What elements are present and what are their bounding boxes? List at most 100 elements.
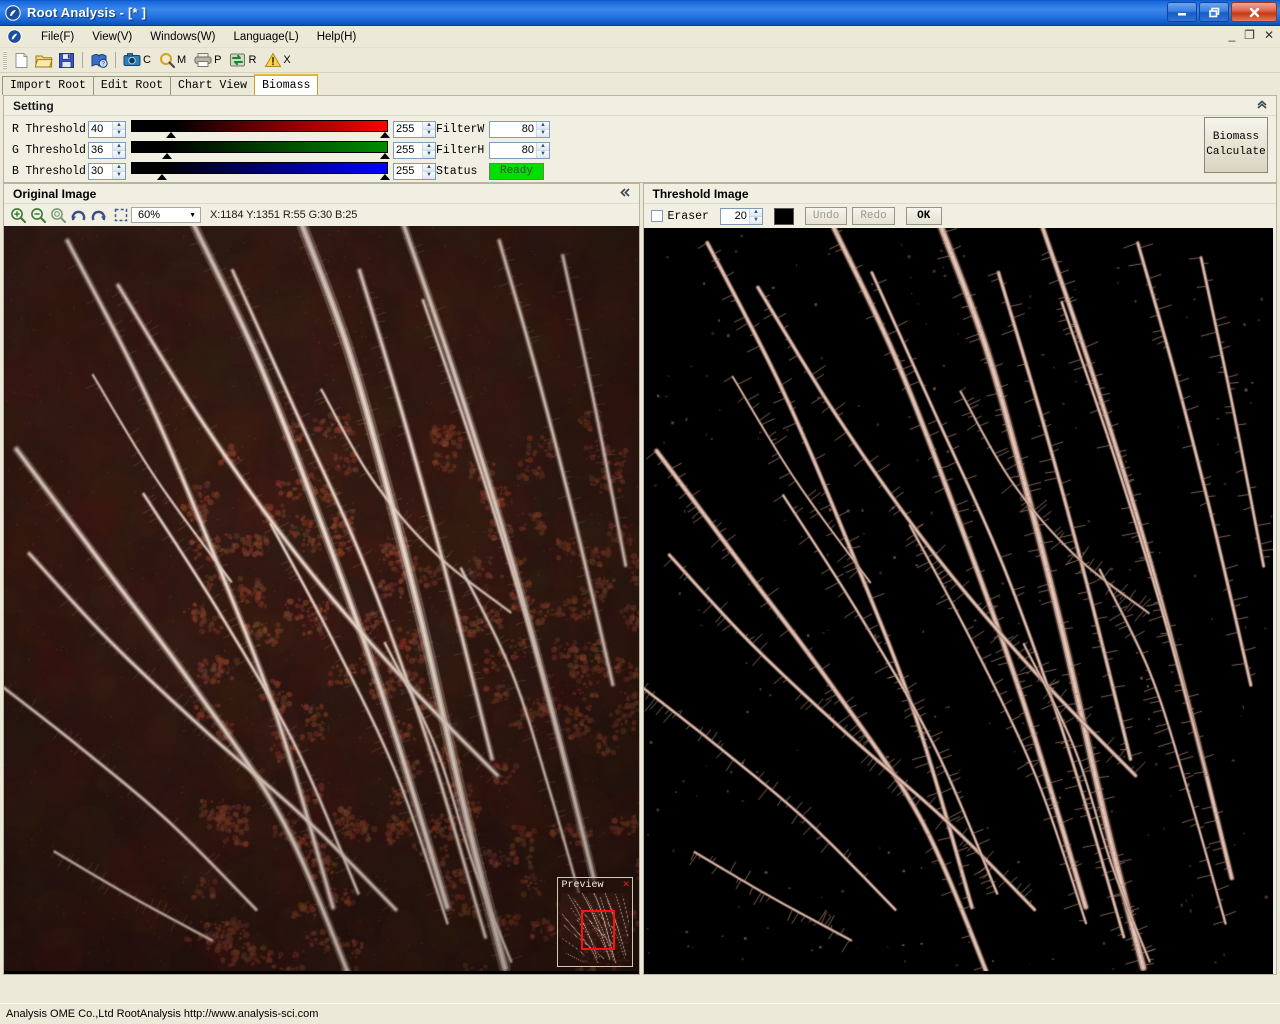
- spinner-buttons[interactable]: ▲▼: [112, 143, 125, 158]
- zoom-level-select[interactable]: 60% ▼: [131, 207, 201, 223]
- threshold-max-spinner-r[interactable]: ▲▼: [393, 121, 436, 138]
- spin-down-icon[interactable]: ▼: [423, 151, 435, 158]
- menu-item-windows[interactable]: Windows(W): [141, 28, 224, 46]
- close-button[interactable]: [1231, 2, 1277, 22]
- spin-up-icon[interactable]: ▲: [113, 143, 125, 151]
- spinner-buttons[interactable]: ▲▼: [749, 209, 762, 224]
- spinner-buttons[interactable]: ▲▼: [422, 143, 435, 158]
- threshold-thumb-max-g[interactable]: [380, 153, 390, 159]
- close-icon[interactable]: ✕: [623, 880, 630, 890]
- threshold-slider-g[interactable]: [131, 140, 388, 160]
- tab-biomass[interactable]: Biomass: [254, 74, 318, 95]
- threshold-vertical-scrollbar[interactable]: [1273, 228, 1276, 974]
- threshold-thumb-max-b[interactable]: [380, 174, 390, 180]
- spinner-buttons[interactable]: ▲▼: [422, 122, 435, 137]
- camera-button[interactable]: C: [121, 49, 156, 71]
- original-image-canvas[interactable]: Preview ✕: [4, 226, 639, 974]
- spin-down-icon[interactable]: ▼: [113, 172, 125, 179]
- threshold-max-input-g[interactable]: [394, 143, 422, 158]
- refresh-button[interactable]: R: [227, 49, 261, 71]
- spinner-buttons[interactable]: ▲▼: [536, 122, 549, 137]
- minimize-button[interactable]: [1167, 2, 1197, 22]
- chevron-up-icon[interactable]: [1256, 99, 1268, 110]
- filter-w-spinner[interactable]: ▲▼: [489, 121, 550, 138]
- preview-thumbnail[interactable]: [561, 893, 629, 963]
- mdi-close-button[interactable]: ✕: [1264, 28, 1274, 42]
- spin-up-icon[interactable]: ▲: [537, 143, 549, 151]
- menu-item-language[interactable]: Language(L): [224, 28, 307, 46]
- threshold-thumb-min-b[interactable]: [157, 174, 167, 180]
- spin-up-icon[interactable]: ▲: [750, 209, 762, 217]
- zoom-fit-icon[interactable]: [50, 207, 67, 224]
- chevron-down-icon[interactable]: ▼: [189, 212, 196, 219]
- preview-viewport-rect[interactable]: [581, 910, 615, 950]
- chevron-left-icon[interactable]: [619, 187, 631, 198]
- spin-down-icon[interactable]: ▼: [113, 151, 125, 158]
- spin-up-icon[interactable]: ▲: [113, 122, 125, 130]
- new-button[interactable]: [11, 49, 32, 71]
- threshold-min-input-r[interactable]: [89, 122, 112, 137]
- threshold-min-input-b[interactable]: [89, 164, 112, 179]
- filter-h-spinner[interactable]: ▲▼: [489, 142, 550, 159]
- spin-down-icon[interactable]: ▼: [423, 172, 435, 179]
- warning-button[interactable]: X: [262, 49, 295, 71]
- rotate-left-icon[interactable]: [70, 207, 87, 224]
- redo-button[interactable]: Redo: [852, 207, 894, 225]
- undo-button[interactable]: Undo: [805, 207, 847, 225]
- spinner-buttons[interactable]: ▲▼: [422, 164, 435, 179]
- threshold-thumb-max-r[interactable]: [380, 132, 390, 138]
- menu-item-help[interactable]: Help(H): [308, 28, 366, 46]
- spin-up-icon[interactable]: ▲: [423, 122, 435, 130]
- spin-down-icon[interactable]: ▼: [537, 130, 549, 137]
- mdi-restore-button[interactable]: ❐: [1244, 28, 1255, 42]
- spin-up-icon[interactable]: ▲: [423, 164, 435, 172]
- biomass-calculate-button[interactable]: Biomass Calculate: [1204, 117, 1268, 173]
- tab-chart-view[interactable]: Chart View: [170, 76, 255, 95]
- spin-up-icon[interactable]: ▲: [537, 122, 549, 130]
- threshold-max-input-r[interactable]: [394, 122, 422, 137]
- print-button[interactable]: P: [192, 49, 226, 71]
- rotate-right-icon[interactable]: [90, 207, 107, 224]
- eraser-size-input[interactable]: [721, 209, 749, 224]
- threshold-image-canvas[interactable]: [644, 228, 1277, 974]
- save-button[interactable]: [56, 49, 77, 71]
- threshold-max-spinner-b[interactable]: ▲▼: [393, 163, 436, 180]
- spinner-buttons[interactable]: ▲▼: [112, 122, 125, 137]
- menu-item-file[interactable]: File(F): [32, 28, 83, 46]
- threshold-slider-r[interactable]: [131, 119, 388, 139]
- threshold-max-spinner-g[interactable]: ▲▼: [393, 142, 436, 159]
- threshold-thumb-min-g[interactable]: [162, 153, 172, 159]
- preview-window[interactable]: Preview ✕: [557, 877, 633, 967]
- spinner-buttons[interactable]: ▲▼: [536, 143, 549, 158]
- filter-h-input[interactable]: [490, 143, 536, 158]
- tab-edit-root[interactable]: Edit Root: [93, 76, 171, 95]
- eraser-checkbox[interactable]: [651, 210, 663, 222]
- spin-down-icon[interactable]: ▼: [113, 130, 125, 137]
- spin-up-icon[interactable]: ▲: [113, 164, 125, 172]
- threshold-min-input-g[interactable]: [89, 143, 112, 158]
- spinner-buttons[interactable]: ▲▼: [112, 164, 125, 179]
- threshold-min-spinner-r[interactable]: ▲▼: [88, 121, 126, 138]
- zoom-out-icon[interactable]: [30, 207, 47, 224]
- eraser-size-spinner[interactable]: ▲▼: [720, 208, 763, 225]
- menu-item-view[interactable]: View(V): [83, 28, 141, 46]
- spin-down-icon[interactable]: ▼: [423, 130, 435, 137]
- spin-down-icon[interactable]: ▼: [750, 217, 762, 224]
- filter-w-input[interactable]: [490, 122, 536, 137]
- tab-import-root[interactable]: Import Root: [2, 76, 94, 95]
- threshold-max-input-b[interactable]: [394, 164, 422, 179]
- magnifier-button[interactable]: M: [157, 49, 191, 71]
- threshold-min-spinner-b[interactable]: ▲▼: [88, 163, 126, 180]
- threshold-thumb-min-r[interactable]: [166, 132, 176, 138]
- threshold-slider-b[interactable]: [131, 161, 388, 181]
- select-region-icon[interactable]: [114, 208, 128, 222]
- about-button[interactable]: ?: [88, 49, 110, 71]
- threshold-min-spinner-g[interactable]: ▲▼: [88, 142, 126, 159]
- maximize-button[interactable]: [1199, 2, 1229, 22]
- mdi-minimize-button[interactable]: _: [1228, 28, 1235, 42]
- spin-up-icon[interactable]: ▲: [423, 143, 435, 151]
- zoom-in-icon[interactable]: [10, 207, 27, 224]
- toolbar-grip[interactable]: [3, 51, 7, 69]
- open-button[interactable]: [33, 49, 55, 71]
- spin-down-icon[interactable]: ▼: [537, 151, 549, 158]
